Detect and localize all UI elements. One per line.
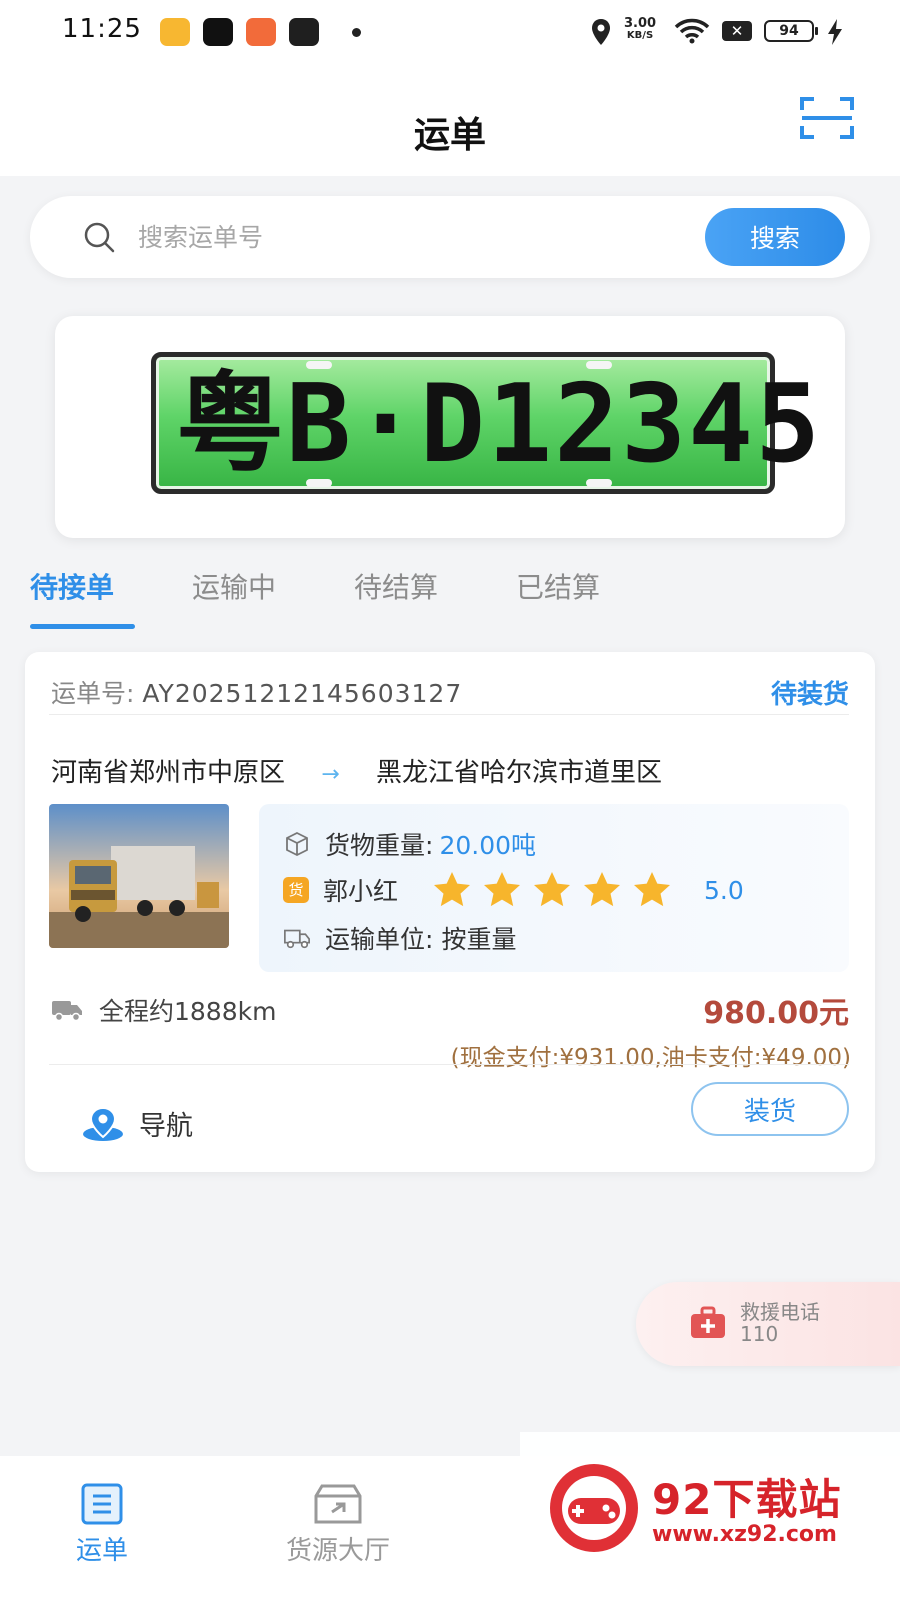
tab-settled[interactable]: 已结算 xyxy=(516,566,600,606)
notification-dot-icon xyxy=(352,28,361,37)
package-icon xyxy=(286,831,308,857)
gamepad-logo-icon xyxy=(550,1464,638,1552)
cargo-info-box: 货物重量: 20.00吨 货 郭小红 5.0 运输单位: 按重量 xyxy=(259,804,849,972)
order-number: 运单号: AY20251212145603127 xyxy=(51,674,462,710)
app-screen: 11:25 3.00 KB/S ✕ 94 运单 搜索运单号 搜索 粤B·D123… xyxy=(0,0,900,1600)
tab-pending-accept[interactable]: 待接单 xyxy=(30,566,114,606)
navigation-label: 导航 xyxy=(139,1111,193,1142)
page-title: 运单 xyxy=(413,115,486,156)
watermark-url: www.xz92.com xyxy=(652,1522,837,1547)
tab-in-transit[interactable]: 运输中 xyxy=(192,566,276,606)
status-time: 11:25 xyxy=(62,14,142,44)
rescue-phone-button[interactable]: 救援电话 110 xyxy=(636,1282,900,1366)
truck-photo xyxy=(49,804,229,948)
header: 运单 xyxy=(0,64,900,176)
first-aid-kit-icon xyxy=(691,1306,725,1338)
rescue-number: 110 xyxy=(740,1322,779,1346)
wifi-icon xyxy=(674,18,710,44)
nav-label-waybill: 运单 xyxy=(75,1536,128,1566)
payment-detail: (现金支付:¥931.00,油卡支付:¥49.00) xyxy=(450,1045,851,1071)
speed-value: 3.00 xyxy=(624,16,657,31)
site-watermark: 92下载站 www.xz92.com xyxy=(520,1432,900,1600)
map-pin-icon xyxy=(83,1106,123,1141)
distance-text: 全程约1888km xyxy=(99,997,277,1026)
network-speed: 3.00 KB/S xyxy=(624,16,657,42)
rescue-label: 救援电话 xyxy=(740,1300,820,1324)
video-app-icon xyxy=(160,18,190,46)
freight-price: 980.00元 xyxy=(703,996,849,1031)
license-plate-banner[interactable]: 粤B·D12345 xyxy=(55,316,845,538)
cargo-weight-label: 货物重量: xyxy=(325,831,434,860)
navigation-button[interactable]: 导航 xyxy=(81,1104,193,1143)
search-input[interactable] xyxy=(138,216,698,258)
watermark-title: 92下载站 xyxy=(652,1475,842,1524)
waybill-icon xyxy=(81,1483,123,1525)
nav-item-cargo-hall[interactable]: 货源大厅 xyxy=(238,1456,438,1567)
order-number-label: 运单号: xyxy=(51,679,135,708)
order-card[interactable]: 运单号: AY20251212145603127 待装货 河南省郑州市中原区 →… xyxy=(25,652,875,1172)
nav-item-waybill[interactable]: 运单 xyxy=(2,1456,202,1567)
order-number-value: AY20251212145603127 xyxy=(142,679,463,708)
star-icon xyxy=(534,872,571,907)
tiktok-app-icon xyxy=(203,18,233,46)
speed-unit: KB/S xyxy=(626,30,654,41)
search-button[interactable]: 搜索 xyxy=(705,208,845,266)
cargo-weight-row: 货物重量: 20.00吨 xyxy=(283,826,536,862)
plate-number: 粤B·D12345 xyxy=(176,362,823,487)
star-icon xyxy=(634,872,671,907)
status-bar: 11:25 3.00 KB/S ✕ 94 xyxy=(0,0,900,64)
cargo-hall-icon xyxy=(314,1484,362,1524)
order-status-badge: 待装货 xyxy=(770,680,849,710)
cargo-weight-value: 20.00吨 xyxy=(439,831,537,860)
rating-value: 5.0 xyxy=(704,875,744,905)
divider xyxy=(49,714,849,715)
route-origin: 河南省郑州市中原区 xyxy=(51,758,286,788)
music-app-icon xyxy=(289,18,319,46)
rating-stars xyxy=(432,870,682,910)
load-cargo-button[interactable]: 装货 xyxy=(691,1082,849,1136)
location-icon xyxy=(592,19,610,45)
battery-level: 94 xyxy=(764,20,818,42)
charging-icon xyxy=(828,19,842,45)
divider xyxy=(49,1064,849,1065)
nav-label-cargo-hall: 货源大厅 xyxy=(285,1536,390,1566)
search-bar: 搜索 xyxy=(30,196,870,278)
distance: 全程约1888km xyxy=(51,992,276,1028)
route: 河南省郑州市中原区 → 黑龙江省哈尔滨市道里区 xyxy=(51,752,662,789)
shipper-name: 郭小红 xyxy=(323,877,399,906)
star-icon xyxy=(434,872,471,907)
truck-outline-icon xyxy=(284,929,310,949)
shipper-row: 货 郭小红 5.0 xyxy=(283,870,744,910)
transport-unit-row: 运输单位: 按重量 xyxy=(283,920,516,956)
route-arrow-icon: → xyxy=(321,762,340,787)
transport-unit-label: 运输单位: xyxy=(325,925,434,954)
shop-app-icon xyxy=(246,18,276,46)
order-status-tabs: 待接单 运输中 待结算 已结算 xyxy=(0,566,900,630)
transport-unit-value: 按重量 xyxy=(441,925,517,954)
scan-icon[interactable] xyxy=(800,96,854,140)
tab-pending-settlement[interactable]: 待结算 xyxy=(354,566,438,606)
route-destination: 黑龙江省哈尔滨市道里区 xyxy=(375,758,662,788)
shipper-badge: 货 xyxy=(283,877,309,903)
active-tab-indicator xyxy=(30,624,135,629)
search-icon xyxy=(84,222,115,253)
star-icon xyxy=(584,872,621,907)
truck-icon xyxy=(52,1001,82,1022)
star-icon xyxy=(484,872,521,907)
license-plate-image: 粤B·D12345 xyxy=(151,352,823,494)
sim-off-icon: ✕ xyxy=(722,21,752,41)
